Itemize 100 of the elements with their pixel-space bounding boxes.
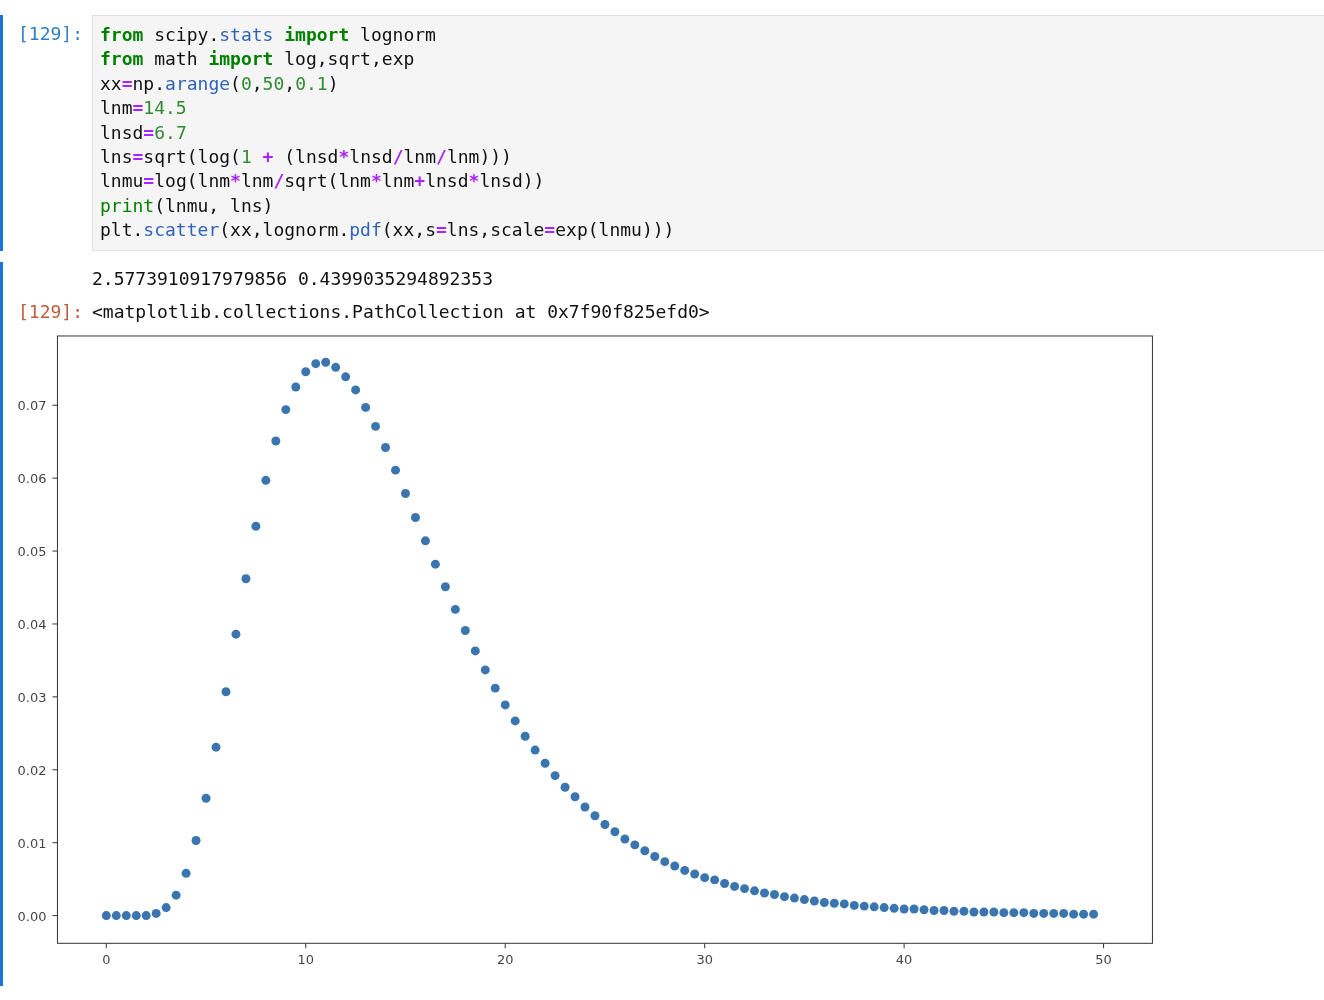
scatter-point xyxy=(600,819,610,829)
scatter-point xyxy=(740,883,750,893)
code-line: plt.scatter(xx,lognorm.pdf(xx,s=lns,scale=exp(lnmu))) xyxy=(100,218,676,243)
output-prompt: [129]: xyxy=(17,300,85,322)
scatter-point xyxy=(520,731,530,741)
scatter-point xyxy=(241,574,251,584)
scatter-point xyxy=(630,840,640,850)
scatter-point xyxy=(510,716,520,726)
scatter-point xyxy=(171,890,181,900)
scatter-point xyxy=(859,901,869,911)
scatter-point xyxy=(799,894,809,904)
scatter-point xyxy=(161,902,171,912)
scatter-point xyxy=(261,475,271,485)
scatter-point xyxy=(690,869,700,879)
scatter-point xyxy=(490,683,500,693)
scatter-point xyxy=(929,905,939,915)
scatter-point xyxy=(181,868,191,878)
scatter-point xyxy=(550,770,560,780)
scatter-point xyxy=(959,906,969,916)
scatter-point xyxy=(919,905,929,915)
scatter-point xyxy=(939,905,949,915)
scatter-point xyxy=(620,834,630,844)
input-prompt: [129]: xyxy=(17,22,85,46)
scatter-point xyxy=(141,910,151,920)
scatter-point xyxy=(590,811,600,820)
x-tick-label: 10 xyxy=(297,952,314,968)
scatter-point xyxy=(331,362,341,372)
scatter-point xyxy=(1009,908,1019,917)
scatter-point xyxy=(1039,908,1049,918)
y-tick-label: 0.03 xyxy=(17,689,47,705)
scatter-point xyxy=(720,878,730,888)
code-line: lnm=14.5 xyxy=(100,96,188,121)
scatter-point xyxy=(889,903,899,913)
code-line: from scipy.stats import lognorm xyxy=(100,23,437,47)
scatter-point xyxy=(480,665,490,675)
scatter-point xyxy=(460,625,470,635)
scatter-point xyxy=(1019,908,1029,917)
scatter-point xyxy=(121,910,131,920)
scatter-point xyxy=(999,908,1009,917)
x-tick-label: 20 xyxy=(496,952,514,968)
scatter-point xyxy=(650,851,660,861)
scatter-point xyxy=(341,372,351,382)
code-editor[interactable] xyxy=(92,15,1324,251)
scatter-point xyxy=(789,893,799,903)
scatter-point xyxy=(1049,908,1059,918)
scatter-point xyxy=(670,861,680,871)
scatter-point xyxy=(420,536,430,546)
code-line: print(lnmu, lns) xyxy=(100,193,275,218)
scatter-point xyxy=(640,846,650,855)
scatter-point xyxy=(291,382,301,392)
scatter-point xyxy=(989,907,999,917)
scatter-point xyxy=(570,792,580,802)
y-tick-label: 0.00 xyxy=(17,908,47,924)
scatter-point xyxy=(530,745,540,755)
scatter-point xyxy=(251,521,261,531)
scatter-point xyxy=(321,357,331,367)
scatter-point xyxy=(730,881,740,891)
scatter-point xyxy=(819,897,829,907)
scatter-point xyxy=(700,873,710,882)
scatter-point xyxy=(949,906,959,916)
scatter-point xyxy=(760,888,769,898)
scatter-point xyxy=(271,436,281,446)
y-tick-label: 0.05 xyxy=(17,543,47,559)
scatter-point xyxy=(151,908,161,918)
scatter-point xyxy=(899,904,909,914)
scatter-point xyxy=(231,629,241,639)
scatter-point xyxy=(410,512,420,522)
scatter-point xyxy=(849,900,859,910)
code-line: lns=sqrt(log(1 + (lnsd*lnsd/lnm/lnm))) xyxy=(100,144,513,169)
stream-output: 2.5773910917979856 0.4399035294892353 xyxy=(92,267,493,289)
code-line: lnsd=6.7 xyxy=(100,120,188,145)
scatter-point xyxy=(770,889,779,899)
scatter-point xyxy=(191,835,201,845)
x-tick-label: 30 xyxy=(696,952,713,968)
y-tick-label: 0.04 xyxy=(17,616,47,632)
scatter-point xyxy=(131,910,141,920)
x-tick-label: 40 xyxy=(895,952,913,968)
scatter-point xyxy=(839,899,849,909)
scatter-point xyxy=(869,902,879,912)
scatter-point xyxy=(1089,909,1099,919)
scatter-point xyxy=(311,359,321,368)
scatter-point xyxy=(440,582,450,592)
scatter-point xyxy=(301,367,311,376)
scatter-point xyxy=(401,488,410,498)
scatter-point xyxy=(909,904,919,914)
result-output: <matplotlib.collections.PathCollection at 0x7f90f825efd0> xyxy=(92,300,710,322)
x-tick-label: 50 xyxy=(1095,952,1112,968)
scatter-point xyxy=(779,891,789,901)
scatter-point xyxy=(969,907,979,917)
scatter-point xyxy=(680,865,690,875)
scatter-point xyxy=(660,856,670,866)
scatter-point xyxy=(560,782,570,792)
scatter-point xyxy=(101,910,111,920)
scatter-point xyxy=(430,559,440,569)
scatter-point xyxy=(1079,909,1089,919)
scatter-point xyxy=(500,700,510,710)
scatter-point xyxy=(381,442,391,452)
scatter-point xyxy=(1069,909,1079,919)
y-tick-label: 0.07 xyxy=(17,398,47,414)
scatter-point xyxy=(361,402,371,412)
